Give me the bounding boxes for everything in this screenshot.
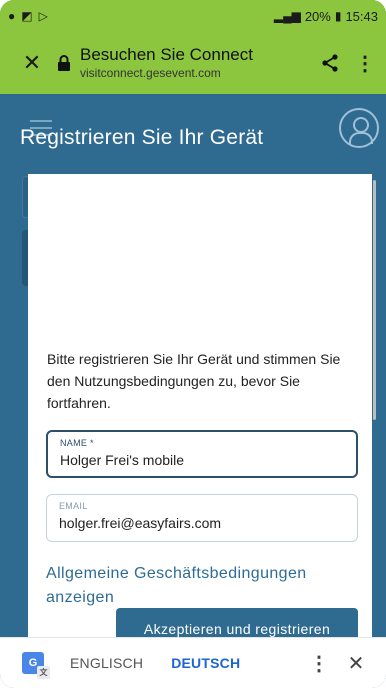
notification-icons: ● ◩ ▷: [8, 9, 48, 23]
signal-icon: ▂▄▆: [273, 9, 301, 23]
battery-percent: 20%: [304, 8, 331, 24]
close-icon[interactable]: ✕: [12, 50, 52, 76]
user-icon[interactable]: [339, 108, 379, 148]
translate-bar: G ENGLISCH DEUTSCH ⋮ ✕: [0, 637, 386, 688]
play-icon: ▷: [38, 9, 48, 23]
lock-icon: [52, 55, 76, 71]
share-icon[interactable]: [310, 53, 350, 73]
name-field[interactable]: NAME * Holger Frei's mobile: [46, 430, 358, 478]
email-field-value[interactable]: holger.frei@easyfairs.com: [59, 514, 345, 532]
modal-scrollbar[interactable]: [373, 180, 376, 420]
status-bar: ● ◩ ▷ ▂▄▆ 20% ▮ 15:43: [0, 0, 386, 32]
terms-link[interactable]: Allgemeine Geschäftsbedingungen anzeigen: [46, 562, 366, 610]
modal-intro-text: Bitte registrieren Sie Ihr Gerät und sti…: [47, 351, 341, 411]
more-icon[interactable]: ⋮: [350, 51, 380, 76]
browser-url: visitconnect.gesevent.com: [80, 66, 221, 80]
browser-toolbar: ✕ Besuchen Sie Connect visitconnect.gese…: [0, 32, 386, 94]
google-translate-icon: G: [22, 652, 50, 679]
url-area[interactable]: Besuchen Sie Connect visitconnect.geseve…: [76, 45, 310, 81]
email-field[interactable]: EMAIL holger.frei@easyfairs.com: [46, 494, 358, 542]
translate-more-icon[interactable]: ⋮: [304, 651, 334, 676]
phone-screen: ● ◩ ▷ ▂▄▆ 20% ▮ 15:43 ✕ Besuchen Sie Con…: [0, 0, 386, 688]
clock: 15:43: [345, 8, 378, 24]
email-field-label: EMAIL: [59, 501, 88, 511]
name-field-value[interactable]: Holger Frei's mobile: [60, 451, 344, 469]
accept-register-button[interactable]: Akzeptieren und registrieren: [116, 608, 358, 640]
system-icons: ▂▄▆ 20% ▮ 15:43: [274, 9, 378, 24]
translate-close-icon[interactable]: ✕: [334, 651, 378, 676]
source-language-tab[interactable]: ENGLISCH: [70, 655, 143, 671]
gallery-icon: ◩: [21, 9, 33, 23]
target-language-tab[interactable]: DEUTSCH: [171, 655, 240, 671]
browser-title: Besuchen Sie Connect: [80, 45, 253, 64]
page-title: Registrieren Sie Ihr Gerät: [20, 126, 264, 149]
chat-icon: ●: [8, 9, 16, 23]
battery-icon: ▮: [334, 9, 342, 23]
name-field-label: NAME *: [60, 438, 94, 448]
